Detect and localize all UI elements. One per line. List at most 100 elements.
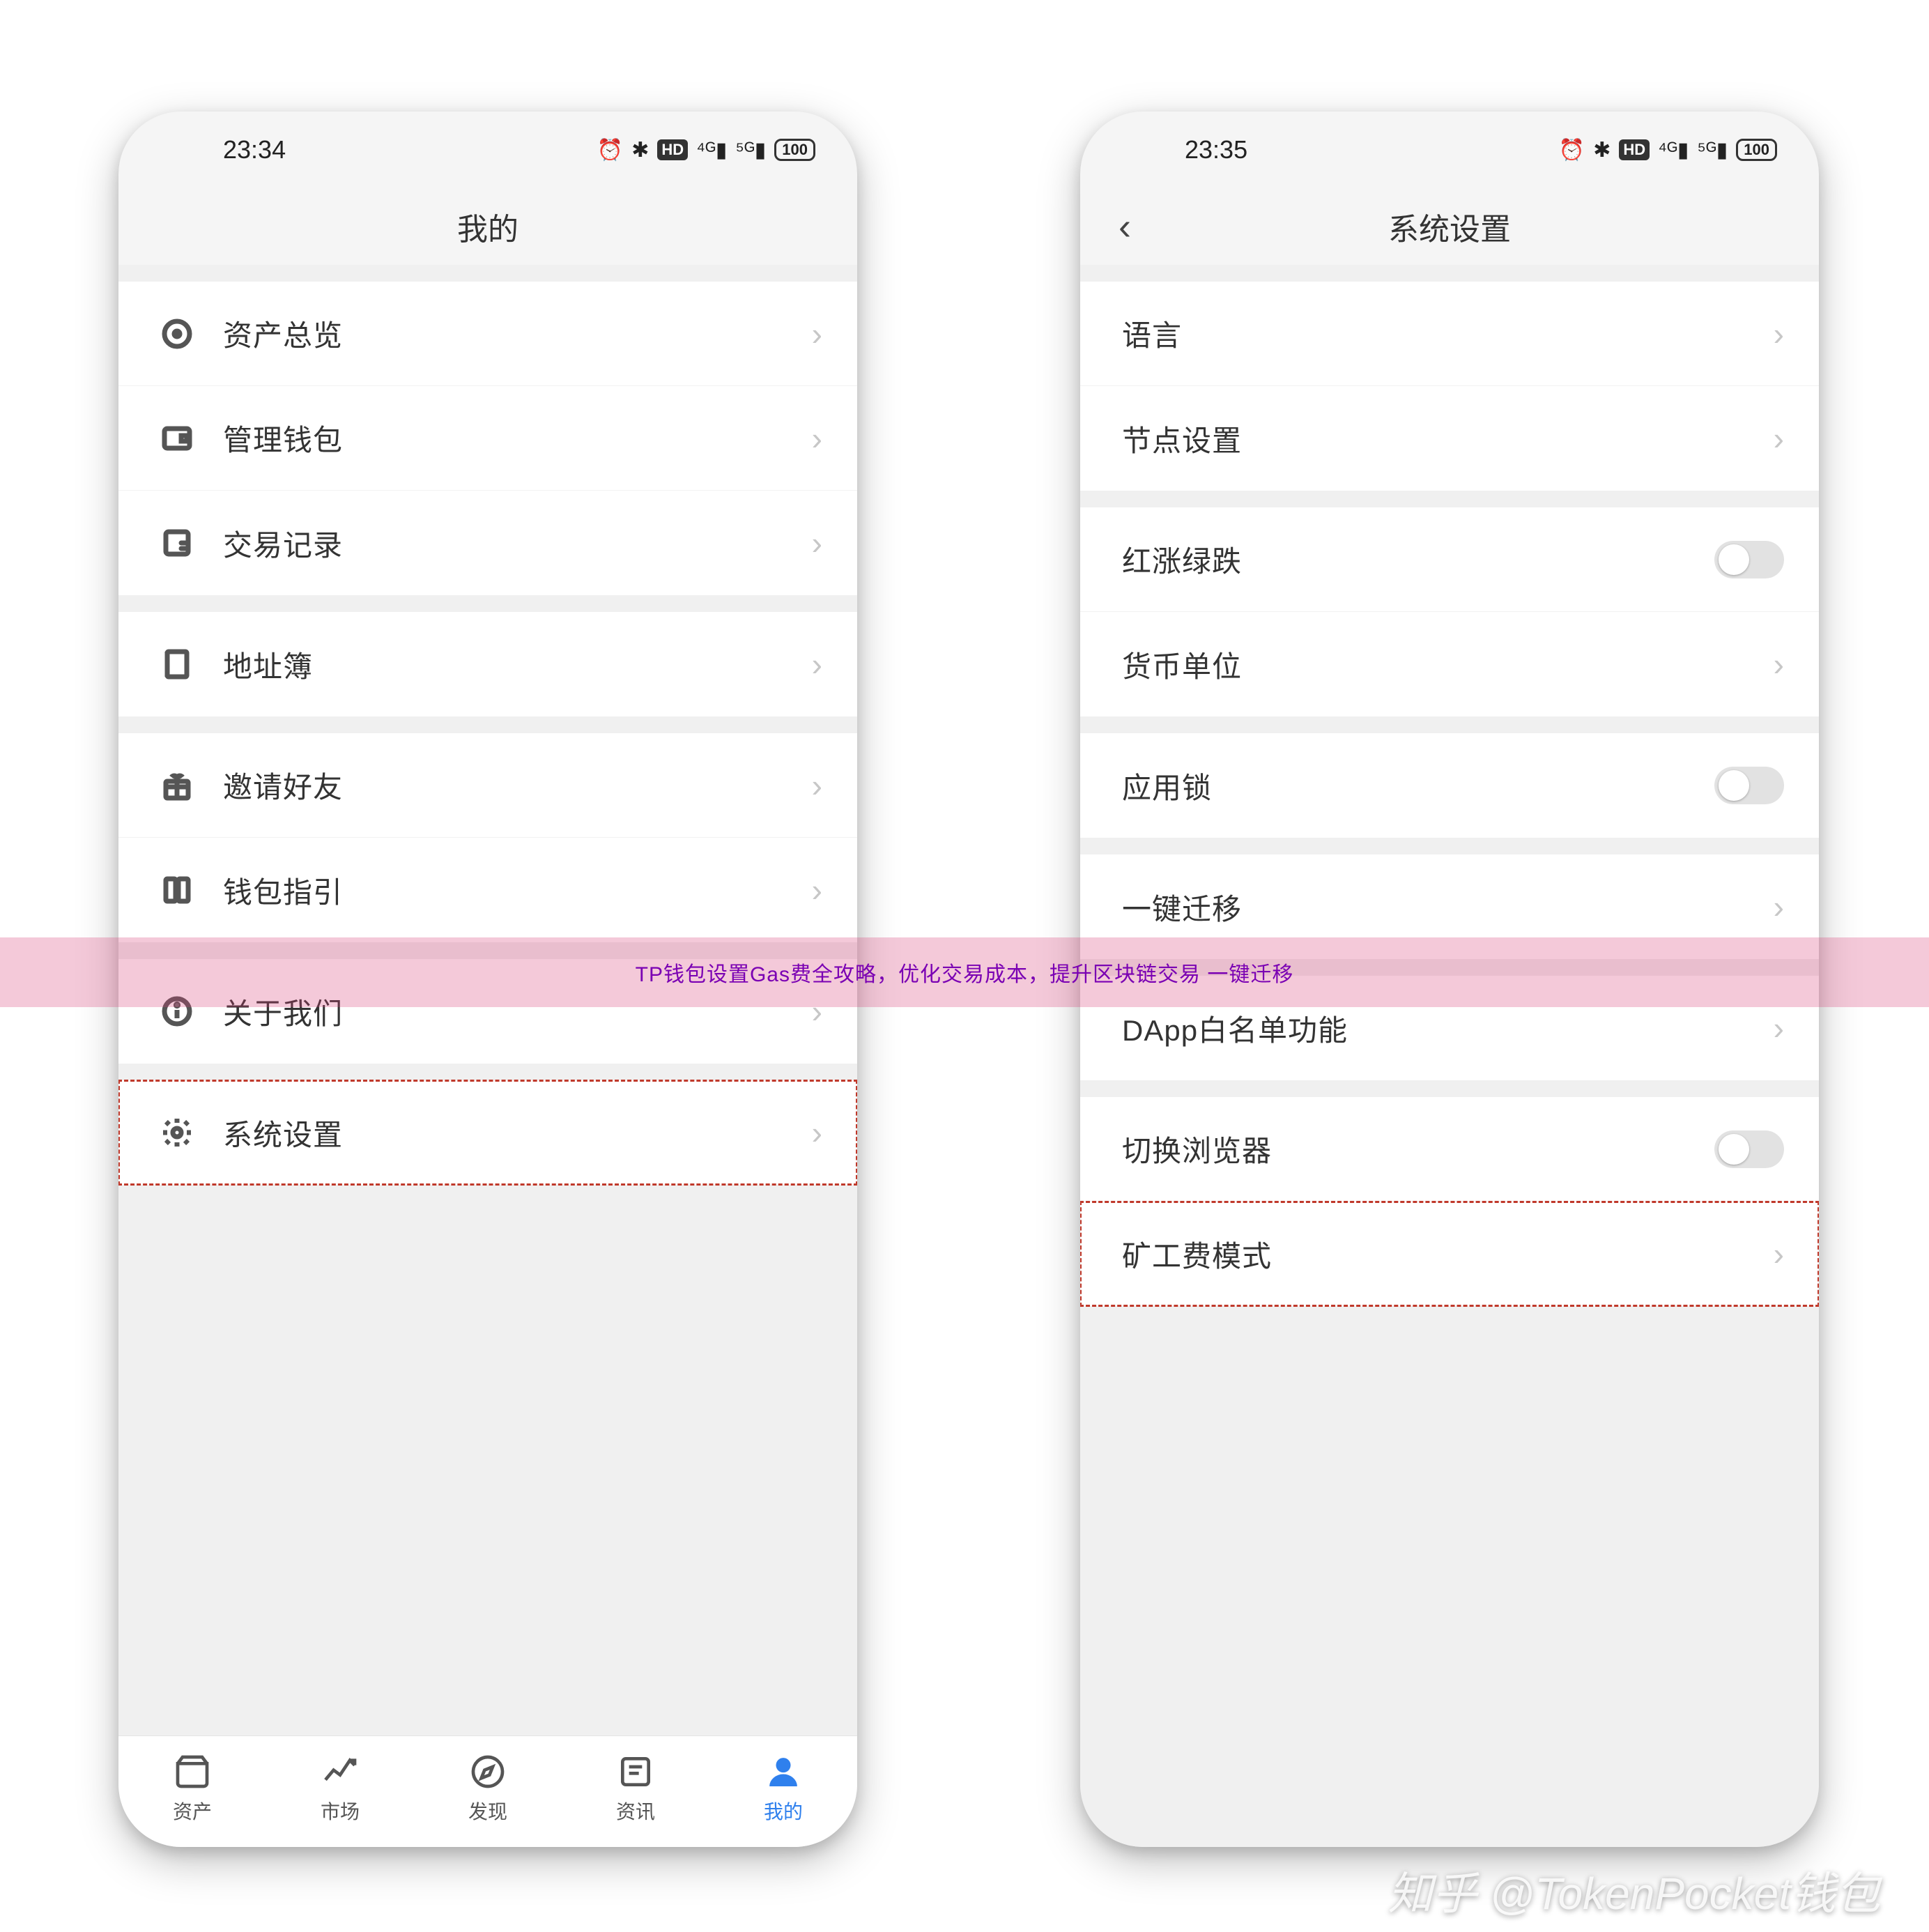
status-indicators: ⏰ ✱ HD ⁴ᴳ▮ ⁵ᴳ▮ 100 xyxy=(597,138,815,162)
settings-group: 资产总览 › 管理钱包 › 交易记录 › xyxy=(118,282,857,595)
signal-5g-icon: ⁵ᴳ▮ xyxy=(1697,138,1728,162)
row-label: 货币单位 xyxy=(1122,643,1774,686)
row-label: 邀请好友 xyxy=(223,764,812,806)
row-label: 资产总览 xyxy=(223,312,812,355)
page-title: 我的 xyxy=(457,204,518,249)
chevron-right-icon: › xyxy=(812,422,822,454)
status-bar: 23:35 ⏰ ✱ HD ⁴ᴳ▮ ⁵ᴳ▮ 100 xyxy=(1080,112,1819,188)
row-node-settings[interactable]: 节点设置 › xyxy=(1080,386,1819,491)
row-label: 地址簿 xyxy=(223,643,812,686)
gift-icon xyxy=(160,769,194,802)
page-title-bar: ‹ 系统设置 xyxy=(1080,188,1819,265)
settings-group: 系统设置 › xyxy=(118,1080,857,1185)
overlay-text: TP钱包设置Gas费全攻略，优化交易成本，提升区块链交易 一键迁移 xyxy=(636,957,1294,988)
row-label: 一键迁移 xyxy=(1122,886,1774,928)
watermark-text: 知乎 @TokenPocket钱包 xyxy=(1388,1858,1880,1922)
toggle-switch[interactable] xyxy=(1714,541,1784,578)
target-icon xyxy=(160,317,194,351)
row-label: 应用锁 xyxy=(1122,765,1714,807)
book-icon xyxy=(160,647,194,681)
row-label: 交易记录 xyxy=(223,522,812,565)
chevron-right-icon: › xyxy=(812,1117,822,1149)
settings-group: 应用锁 xyxy=(1080,733,1819,838)
person-tab-icon xyxy=(764,1752,803,1791)
row-label: 系统设置 xyxy=(223,1112,812,1154)
signal-5g-icon: ⁵ᴳ▮ xyxy=(735,138,766,162)
tab-label: 市场 xyxy=(321,1797,360,1825)
wallet-tab-icon xyxy=(173,1752,212,1791)
tab-label: 我的 xyxy=(764,1797,803,1825)
chevron-right-icon: › xyxy=(1774,318,1784,350)
row-assets-overview[interactable]: 资产总览 › xyxy=(118,282,857,386)
row-label: 切换浏览器 xyxy=(1122,1128,1714,1170)
battery-icon: 100 xyxy=(774,139,815,161)
toggle-switch[interactable] xyxy=(1714,1130,1784,1168)
status-time: 23:34 xyxy=(160,135,597,164)
row-app-lock[interactable]: 应用锁 xyxy=(1080,733,1819,838)
chevron-right-icon: › xyxy=(1774,891,1784,923)
gear-icon xyxy=(160,1116,194,1149)
chevron-right-icon: › xyxy=(812,648,822,680)
row-transactions[interactable]: 交易记录 › xyxy=(118,491,857,595)
tab-discover[interactable]: 发现 xyxy=(468,1752,507,1825)
row-label: 钱包指引 xyxy=(223,869,812,912)
battery-icon: 100 xyxy=(1736,139,1777,161)
bottom-tab-bar: 资产 市场 发现 资讯 我的 xyxy=(118,1735,857,1847)
alarm-icon: ⏰ xyxy=(1559,138,1585,162)
chevron-right-icon: › xyxy=(1774,1012,1784,1044)
settings-list: 语言 › 节点设置 › 红涨绿跌 货币单位 › 应用锁 xyxy=(1080,265,1819,1847)
status-time: 23:35 xyxy=(1122,135,1559,164)
row-label: 红涨绿跌 xyxy=(1122,538,1714,581)
status-bar: 23:34 ⏰ ✱ HD ⁴ᴳ▮ ⁵ᴳ▮ 100 xyxy=(118,112,857,188)
page-title: 系统设置 xyxy=(1388,204,1511,249)
chevron-right-icon: › xyxy=(812,527,822,559)
alarm-icon: ⏰ xyxy=(597,138,623,162)
compass-tab-icon xyxy=(468,1752,507,1791)
toggle-switch[interactable] xyxy=(1714,767,1784,804)
tab-market[interactable]: 市场 xyxy=(321,1752,360,1825)
status-indicators: ⏰ ✱ HD ⁴ᴳ▮ ⁵ᴳ▮ 100 xyxy=(1559,138,1777,162)
chevron-right-icon: › xyxy=(812,318,822,350)
settings-group: 语言 › 节点设置 › xyxy=(1080,282,1819,491)
row-wallet-guide[interactable]: 钱包指引 › xyxy=(118,838,857,942)
signal-4g-icon: ⁴ᴳ▮ xyxy=(1658,138,1689,162)
settings-group: 红涨绿跌 货币单位 › xyxy=(1080,507,1819,716)
row-label: 语言 xyxy=(1122,312,1774,355)
bluetooth-icon: ✱ xyxy=(1593,138,1611,162)
row-switch-browser[interactable]: 切换浏览器 xyxy=(1080,1097,1819,1202)
back-button[interactable]: ‹ xyxy=(1119,208,1131,245)
chevron-right-icon: › xyxy=(1774,422,1784,454)
settings-group: 地址簿 › xyxy=(118,612,857,716)
hd-icon: HD xyxy=(657,139,688,160)
history-icon xyxy=(160,526,194,560)
chevron-right-icon: › xyxy=(812,769,822,802)
tab-label: 资产 xyxy=(173,1797,212,1825)
settings-group: 邀请好友 › 钱包指引 › xyxy=(118,733,857,942)
tab-label: 资讯 xyxy=(616,1797,655,1825)
watermark: 知乎 @TokenPocket钱包 xyxy=(1358,1858,1880,1922)
row-language[interactable]: 语言 › xyxy=(1080,282,1819,386)
chevron-right-icon: › xyxy=(1774,1238,1784,1270)
chevron-right-icon: › xyxy=(812,874,822,906)
row-label: 矿工费模式 xyxy=(1122,1233,1774,1275)
row-label: DApp白名单功能 xyxy=(1122,1007,1774,1050)
overlay-banner: TP钱包设置Gas费全攻略，优化交易成本，提升区块链交易 一键迁移 xyxy=(0,937,1929,1007)
settings-group: 切换浏览器 矿工费模式 › xyxy=(1080,1097,1819,1306)
zhihu-logo-icon xyxy=(1358,1887,1374,1893)
tab-news[interactable]: 资讯 xyxy=(616,1752,655,1825)
page-title-bar: 我的 xyxy=(118,188,857,265)
row-price-color[interactable]: 红涨绿跌 xyxy=(1080,507,1819,612)
tab-mine[interactable]: 我的 xyxy=(764,1752,803,1825)
row-currency-unit[interactable]: 货币单位 › xyxy=(1080,612,1819,716)
guide-icon xyxy=(160,873,194,907)
row-system-settings[interactable]: 系统设置 › xyxy=(118,1080,857,1185)
tab-assets[interactable]: 资产 xyxy=(173,1752,212,1825)
wallet-icon xyxy=(160,422,194,455)
row-invite-friends[interactable]: 邀请好友 › xyxy=(118,733,857,838)
tab-label: 发现 xyxy=(468,1797,507,1825)
row-miner-fee-mode[interactable]: 矿工费模式 › xyxy=(1080,1202,1819,1306)
row-manage-wallets[interactable]: 管理钱包 › xyxy=(118,386,857,491)
chart-tab-icon xyxy=(321,1752,360,1791)
row-address-book[interactable]: 地址簿 › xyxy=(118,612,857,716)
hd-icon: HD xyxy=(1619,139,1650,160)
